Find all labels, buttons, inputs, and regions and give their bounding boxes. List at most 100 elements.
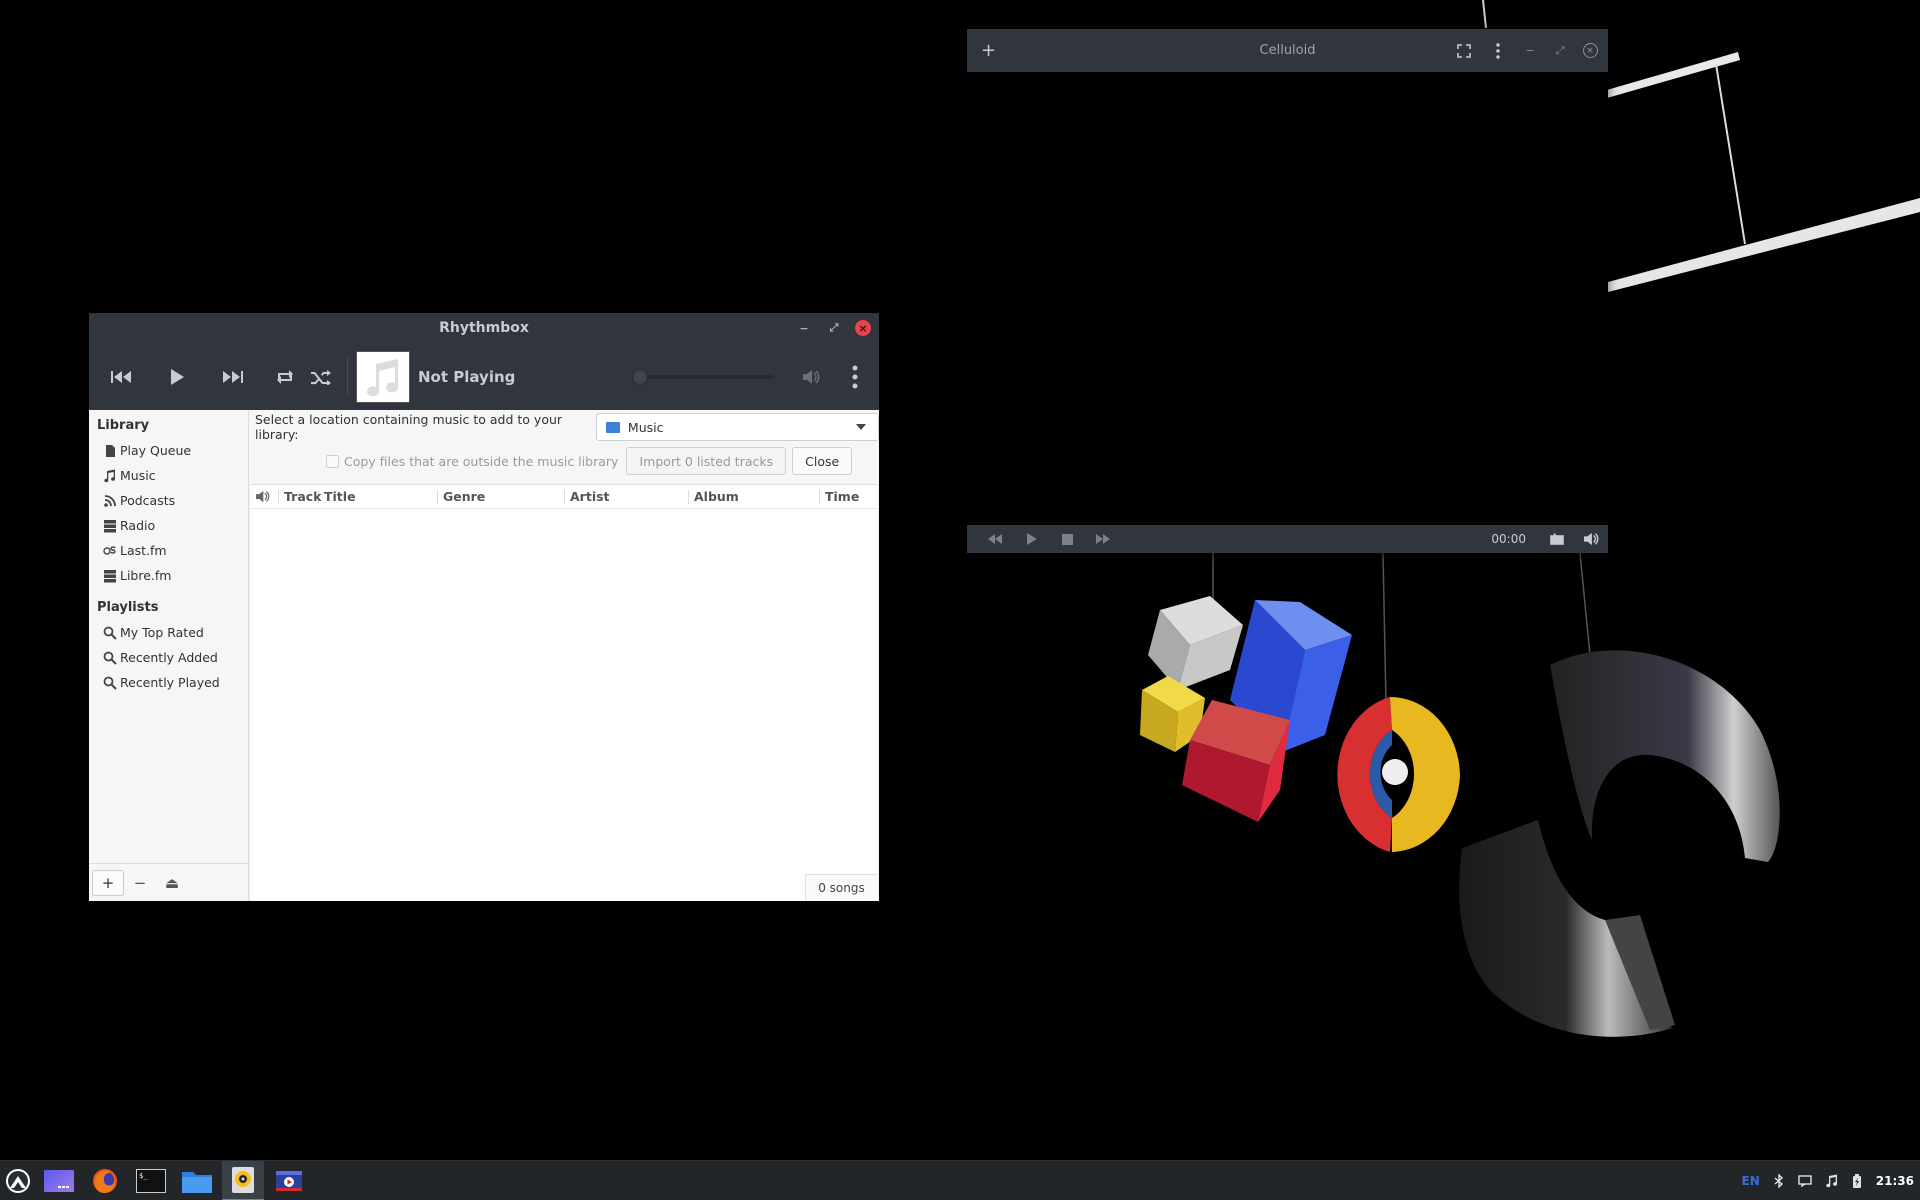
battery-icon[interactable] (1852, 1173, 1862, 1188)
plus-icon: + (101, 873, 115, 892)
repeat-button[interactable] (267, 357, 303, 397)
forward-button[interactable] (1085, 534, 1121, 544)
source-sidebar: Library Play Queue Music Podcasts Radio … (89, 410, 249, 901)
fullscreen-button[interactable] (1452, 39, 1476, 63)
celluloid-window: + Celluloid − ⤢ × 00:00 (967, 29, 1608, 553)
sidebar-item-radio[interactable]: Radio (89, 513, 248, 538)
remove-playlist-button[interactable]: − (124, 870, 156, 896)
more-vertical-icon (1496, 42, 1500, 59)
loop-button[interactable] (1540, 533, 1574, 545)
checkbox-box[interactable] (326, 454, 339, 468)
play-icon (1026, 533, 1037, 545)
launcher-button[interactable] (0, 1161, 36, 1200)
track-list[interactable]: Track Title Genre Artist Album Time 0 so… (251, 484, 877, 901)
album-art (356, 350, 410, 403)
sidebar-item-recently-added[interactable]: Recently Added (89, 645, 248, 670)
celluloid-titlebar[interactable]: + Celluloid − ⤢ × (967, 29, 1608, 72)
previous-button[interactable] (101, 357, 141, 397)
workspace-icon (44, 1169, 74, 1192)
seek-slider[interactable] (632, 368, 773, 385)
close-icon: × (1582, 43, 1598, 58)
skip-previous-icon (111, 370, 131, 383)
playback-controls: 00:00 (967, 525, 1608, 553)
import-prompt: Select a location containing music to ad… (255, 412, 563, 442)
close-window-button[interactable]: × (855, 320, 871, 336)
document-icon (106, 444, 115, 457)
col-genre[interactable]: Genre (438, 489, 565, 504)
taskbar: $_ EN 21:36 (0, 1160, 1920, 1200)
minimize-button[interactable]: − (1520, 39, 1540, 63)
rhythmbox-taskbar-button[interactable] (222, 1160, 264, 1200)
song-count-status: 0 songs (805, 874, 877, 901)
col-album[interactable]: Album (689, 489, 820, 504)
rewind-icon (988, 534, 1002, 544)
col-artist[interactable]: Artist (565, 489, 689, 504)
sidebar-item-recently-played[interactable]: Recently Played (89, 670, 248, 695)
rhythmbox-titlebar[interactable]: Rhythmbox − ⤢ × (89, 313, 879, 343)
now-playing-label: Not Playing (418, 367, 516, 386)
sidebar-item-music[interactable]: Music (89, 463, 248, 488)
clock[interactable]: 21:36 (1876, 1174, 1914, 1188)
seek-handle[interactable] (632, 368, 648, 385)
import-tracks-button[interactable]: Import 0 listed tracks (626, 447, 787, 475)
location-value: Music (627, 419, 664, 435)
keyboard-layout-indicator[interactable]: EN (1742, 1174, 1760, 1188)
search-icon (103, 626, 117, 640)
stop-button[interactable] (1049, 533, 1085, 545)
shuffle-button[interactable] (303, 357, 339, 397)
search-icon (103, 676, 117, 690)
main-menu-button[interactable] (1486, 39, 1510, 63)
files-button[interactable] (176, 1161, 218, 1200)
firefox-button[interactable] (84, 1161, 126, 1200)
volume-icon (256, 490, 270, 503)
svg-text:$_: $_ (139, 1172, 148, 1180)
fast-forward-icon (1096, 534, 1110, 544)
bluetooth-icon[interactable] (1774, 1173, 1784, 1188)
launcher-icon (6, 1168, 30, 1193)
col-playing[interactable] (251, 489, 279, 504)
location-combobox[interactable]: Music (595, 413, 879, 441)
volume-icon (1584, 532, 1599, 546)
terminal-button[interactable]: $_ (130, 1161, 172, 1200)
close-import-button[interactable]: Close (792, 447, 853, 475)
app-menu-button[interactable] (835, 357, 875, 397)
sidebar-footer: + − ⏏ (89, 863, 248, 901)
close-window-button[interactable]: × (1580, 39, 1600, 63)
maximize-button[interactable]: ⤢ (825, 319, 843, 337)
sidebar-item-my-top-rated[interactable]: My Top Rated (89, 620, 248, 645)
minimize-button[interactable]: − (795, 319, 813, 337)
library-main: Select a location containing music to ad… (249, 410, 879, 901)
fullscreen-icon (1457, 43, 1471, 58)
eject-button[interactable]: ⏏ (156, 870, 188, 896)
volume-button[interactable] (791, 357, 831, 397)
search-icon (103, 651, 117, 665)
play-button[interactable] (157, 357, 197, 397)
col-time[interactable]: Time (820, 489, 870, 504)
col-track[interactable]: Track (279, 489, 321, 504)
volume-button[interactable] (1574, 532, 1608, 546)
repeat-icon (277, 369, 293, 384)
sidebar-item-podcasts[interactable]: Podcasts (89, 488, 248, 513)
workspace-button[interactable] (38, 1161, 80, 1200)
play-button[interactable] (1013, 533, 1049, 545)
celluloid-taskbar-button[interactable] (268, 1161, 310, 1200)
sidebar-item-librefm[interactable]: Libre.fm (89, 563, 248, 588)
rhythmbox-icon (232, 1166, 254, 1193)
rewind-button[interactable] (977, 534, 1013, 544)
time-label: 00:00 (1491, 532, 1526, 546)
music-note-icon (367, 358, 399, 396)
col-title[interactable]: Title (319, 489, 438, 504)
playlists-header: Playlists (97, 600, 159, 615)
loop-icon (1550, 533, 1564, 545)
sidebar-item-lastfm[interactable]: Last.fm (89, 538, 248, 563)
copy-files-checkbox[interactable]: Copy files that are outside the music li… (326, 454, 618, 469)
maximize-button[interactable]: ⤢ (1550, 39, 1570, 63)
next-button[interactable] (213, 357, 253, 397)
network-server-icon (104, 569, 116, 582)
copy-files-label: Copy files that are outside the music li… (344, 453, 619, 469)
music-note-icon[interactable] (1826, 1174, 1838, 1188)
video-area[interactable] (967, 72, 1608, 525)
add-playlist-button[interactable]: + (92, 869, 124, 896)
sidebar-item-play-queue[interactable]: Play Queue (89, 438, 248, 463)
notifications-icon[interactable] (1798, 1174, 1812, 1187)
